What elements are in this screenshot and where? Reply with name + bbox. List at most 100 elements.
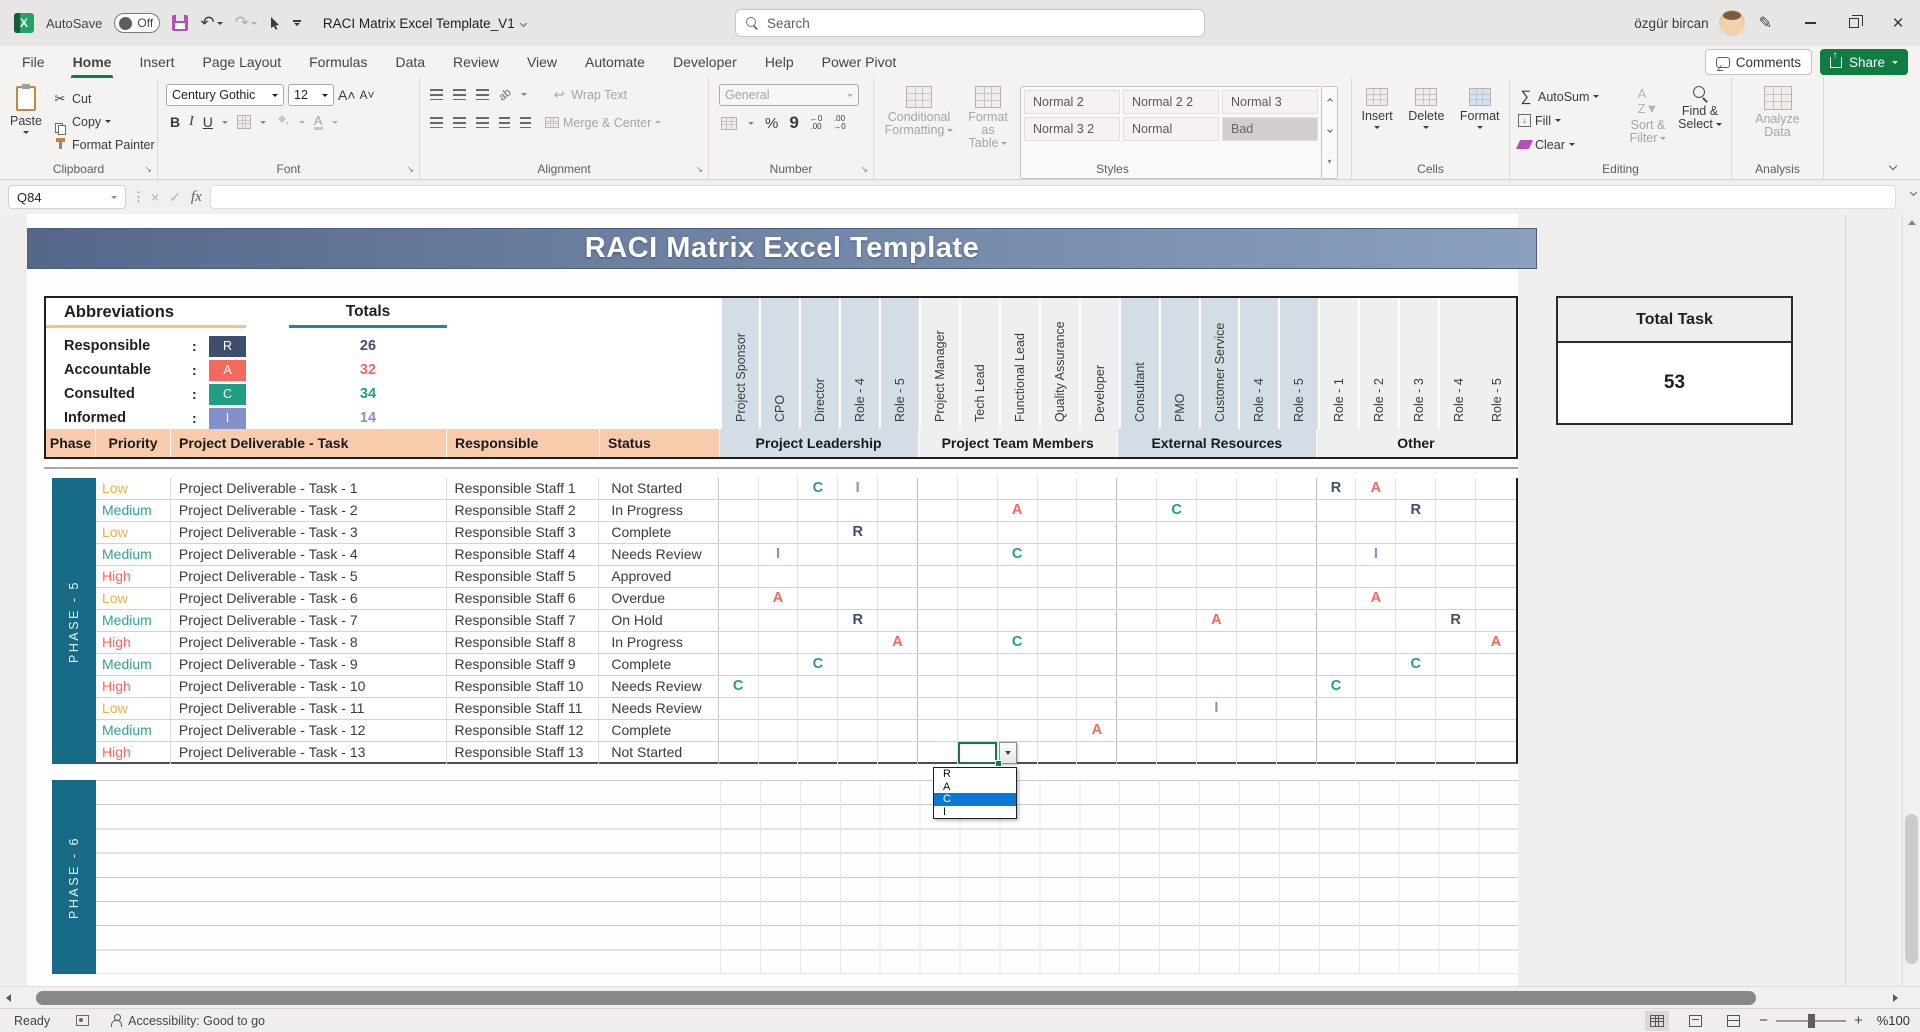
raci-cell[interactable] [918, 742, 958, 764]
close-button[interactable]: × [1876, 0, 1920, 46]
cancel-formula-icon[interactable]: × [151, 189, 159, 205]
raci-cell[interactable] [998, 478, 1038, 499]
fill-button[interactable]: ↓ Fill [1518, 110, 1622, 131]
raci-cell[interactable] [1277, 720, 1317, 741]
raci-cell[interactable] [958, 478, 998, 499]
raci-cell[interactable] [1077, 500, 1118, 521]
raci-cell[interactable] [1157, 566, 1197, 587]
raci-cell[interactable] [759, 566, 799, 587]
raci-cell[interactable] [1317, 654, 1357, 675]
undo-button[interactable]: ↶ [200, 13, 223, 33]
raci-cell[interactable] [1277, 522, 1317, 543]
raci-cell[interactable] [1436, 698, 1476, 719]
tab-insert[interactable]: Insert [125, 46, 188, 78]
style-normal-3[interactable]: Normal 3 [1222, 90, 1318, 114]
raci-cell[interactable] [1436, 500, 1476, 521]
raci-cell[interactable] [1476, 720, 1516, 741]
draw-pen-icon[interactable]: ✎ [1759, 13, 1772, 33]
tab-home[interactable]: Home [59, 46, 126, 78]
align-bottom-icon[interactable] [476, 89, 489, 100]
cut-button[interactable]: ✂ Cut [52, 88, 155, 109]
raci-cell[interactable] [798, 698, 839, 719]
raci-cell[interactable]: A [878, 632, 918, 653]
raci-cell[interactable] [1356, 566, 1397, 587]
raci-cell[interactable] [1277, 478, 1317, 499]
raci-cell[interactable] [1197, 720, 1237, 741]
raci-cell[interactable] [1117, 478, 1158, 499]
raci-cell[interactable] [958, 566, 998, 587]
raci-cell[interactable] [1476, 500, 1516, 521]
raci-cell[interactable] [719, 720, 759, 741]
raci-cell[interactable] [1038, 522, 1078, 543]
raci-cell[interactable] [958, 632, 998, 653]
zoom-level[interactable]: %100 [1877, 1013, 1910, 1028]
raci-cell[interactable]: C [719, 676, 759, 697]
raci-cell[interactable] [1436, 522, 1476, 543]
vertical-scroll-thumb[interactable] [1905, 814, 1918, 964]
raci-cell[interactable] [1197, 544, 1237, 565]
raci-cell[interactable] [998, 522, 1038, 543]
raci-cell[interactable] [1038, 544, 1078, 565]
raci-cell[interactable] [1117, 676, 1158, 697]
raci-cell[interactable] [918, 478, 958, 499]
dropdown-option-c[interactable]: C [934, 793, 1016, 806]
raci-cell[interactable] [1356, 654, 1397, 675]
raci-cell[interactable]: I [759, 544, 799, 565]
orientation-icon[interactable]: ab [497, 86, 514, 103]
raci-cell[interactable] [1077, 522, 1118, 543]
raci-cell[interactable] [798, 500, 839, 521]
bold-button[interactable]: B [170, 114, 180, 130]
raci-cell[interactable] [1117, 742, 1158, 764]
tab-review[interactable]: Review [439, 46, 513, 78]
raci-cell[interactable] [1436, 588, 1476, 609]
page-layout-view-button[interactable] [1683, 1011, 1707, 1031]
raci-cell[interactable] [1237, 632, 1277, 653]
raci-cell[interactable] [918, 610, 958, 631]
sheet-canvas[interactable]: RACI Matrix Excel Template Abbreviations… [0, 214, 1920, 986]
raci-cell[interactable] [719, 588, 759, 609]
redo-button[interactable]: ↷ [235, 13, 257, 33]
formula-input[interactable] [209, 185, 1896, 209]
raci-cell[interactable] [1237, 478, 1277, 499]
raci-cell[interactable] [1356, 610, 1397, 631]
raci-cell[interactable] [958, 544, 998, 565]
raci-cell[interactable] [998, 720, 1038, 741]
raci-cell[interactable] [1117, 566, 1158, 587]
raci-cell[interactable] [759, 676, 799, 697]
font-name-combo[interactable]: Century Gothic [166, 84, 284, 106]
accessibility-status[interactable]: Accessibility: Good to go [111, 1014, 265, 1028]
raci-cell[interactable] [1157, 720, 1197, 741]
raci-cell[interactable] [1396, 522, 1437, 543]
raci-cell[interactable] [1038, 632, 1078, 653]
raci-cell[interactable] [1476, 676, 1516, 697]
copy-button[interactable]: Copy [52, 111, 155, 135]
raci-cell[interactable] [1077, 632, 1118, 653]
raci-cell[interactable] [838, 588, 879, 609]
raci-cell[interactable] [798, 544, 839, 565]
raci-cell[interactable] [998, 654, 1038, 675]
raci-cell[interactable] [1396, 588, 1437, 609]
raci-cell[interactable] [1157, 522, 1197, 543]
raci-cell[interactable] [798, 676, 839, 697]
raci-cell[interactable] [1077, 566, 1118, 587]
raci-cell[interactable] [759, 632, 799, 653]
raci-cell[interactable] [1077, 698, 1118, 719]
raci-cell[interactable] [798, 720, 839, 741]
raci-cell[interactable] [759, 478, 799, 499]
expand-formula-bar-icon[interactable] [1909, 188, 1918, 197]
raci-cell[interactable] [719, 698, 759, 719]
comments-button[interactable]: Comments [1704, 49, 1812, 75]
raci-cell[interactable] [1436, 632, 1476, 653]
raci-cell[interactable] [838, 676, 879, 697]
raci-cell[interactable] [759, 522, 799, 543]
raci-cell[interactable] [1396, 676, 1437, 697]
scroll-up-icon[interactable] [1908, 220, 1916, 225]
tab-data[interactable]: Data [381, 46, 439, 78]
raci-cell[interactable] [1038, 654, 1078, 675]
raci-cell[interactable] [719, 632, 759, 653]
dropdown-option-i[interactable]: I [934, 806, 1016, 819]
raci-cell[interactable] [838, 654, 879, 675]
raci-cell[interactable] [878, 720, 918, 741]
raci-cell[interactable] [1197, 522, 1237, 543]
raci-cell[interactable] [1077, 742, 1118, 764]
